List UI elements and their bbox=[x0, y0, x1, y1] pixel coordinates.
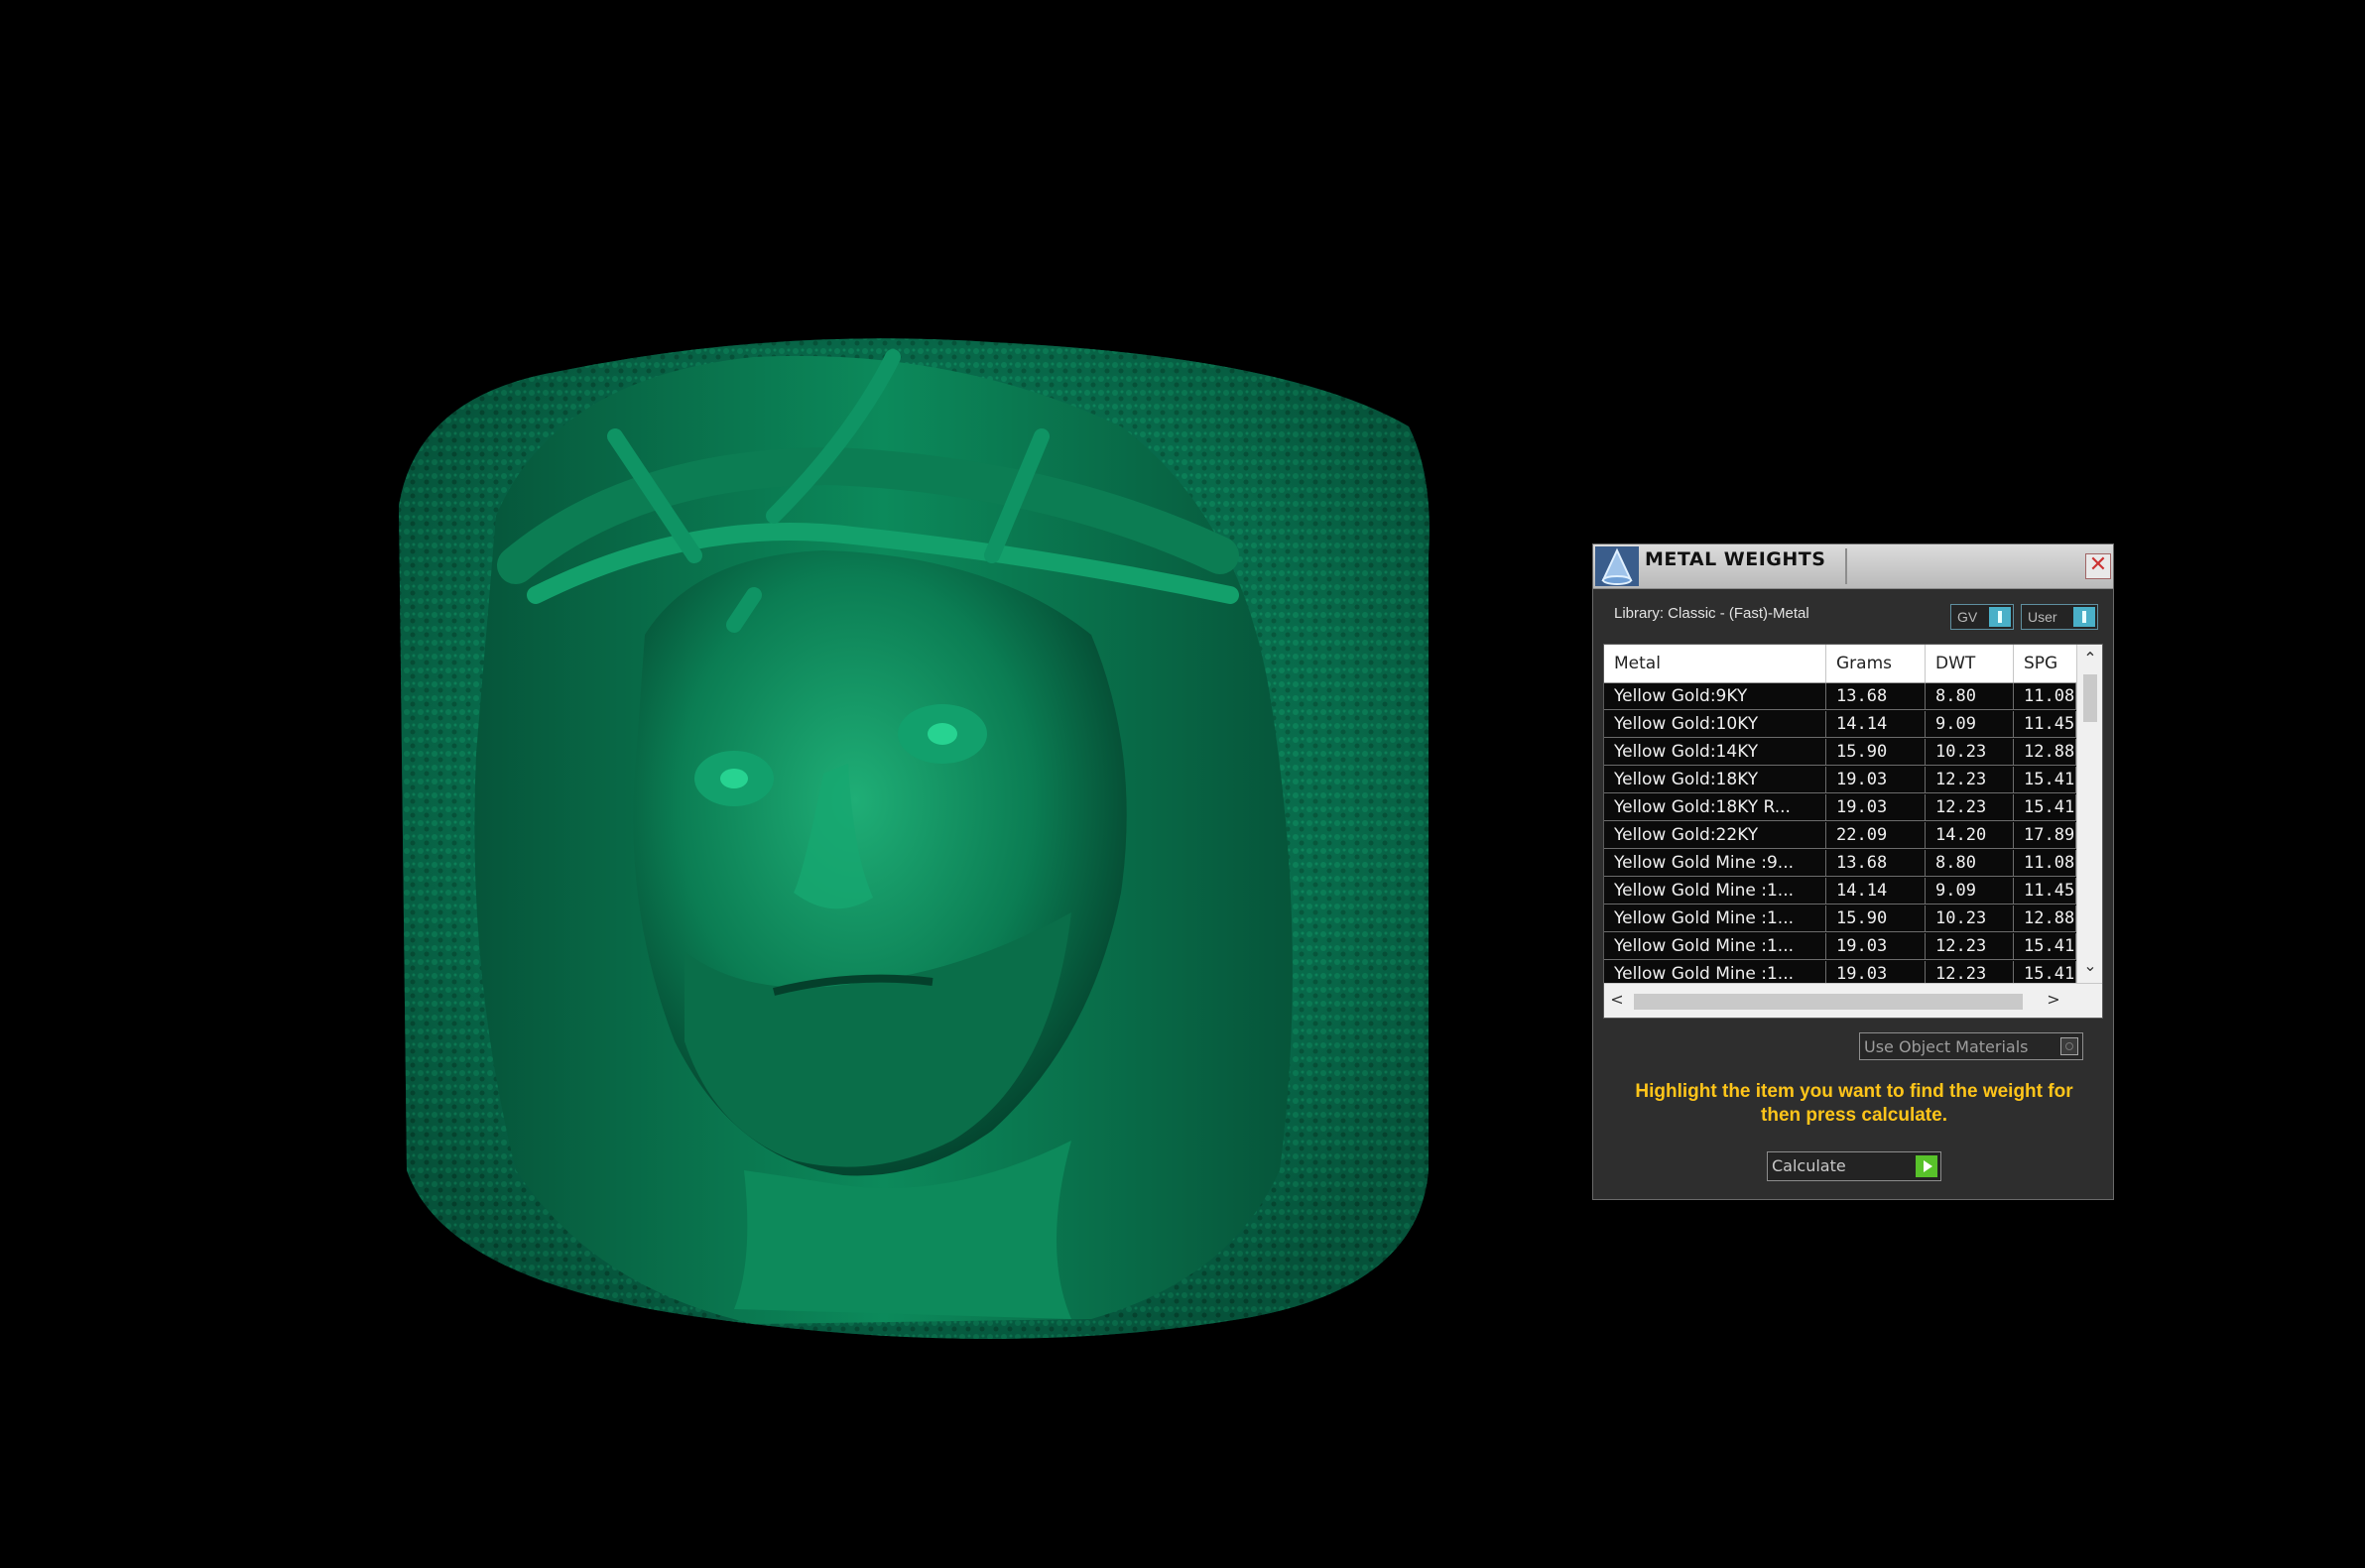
table-row[interactable]: Yellow Gold:18KY 19.03 12.23 15.41 bbox=[1604, 767, 2076, 794]
cell-dwt: 10.23 bbox=[1926, 905, 2014, 932]
cell-dwt: 9.09 bbox=[1926, 878, 2014, 905]
cell-metal: Yellow Gold:18KY bbox=[1604, 767, 1826, 793]
table-row[interactable]: Yellow Gold Mine :1... 15.90 10.23 12.88 bbox=[1604, 905, 2076, 933]
dialog-title: METAL WEIGHTS bbox=[1645, 548, 1826, 570]
cone-app-icon bbox=[1595, 546, 1639, 586]
cell-dwt: 8.80 bbox=[1926, 683, 2014, 710]
cell-dwt: 12.23 bbox=[1926, 961, 2014, 983]
scroll-down-icon[interactable]: ⌄ bbox=[2077, 956, 2102, 975]
cell-metal: Yellow Gold Mine :1... bbox=[1604, 961, 1826, 983]
cell-dwt: 14.20 bbox=[1926, 822, 2014, 849]
cell-metal: Yellow Gold:14KY bbox=[1604, 739, 1826, 766]
cell-metal: Yellow Gold:9KY bbox=[1604, 683, 1826, 710]
table-header: Metal Grams DWT SPG bbox=[1604, 645, 2076, 683]
cell-dwt: 12.23 bbox=[1926, 794, 2014, 821]
cell-metal: Yellow Gold Mine :1... bbox=[1604, 933, 1826, 960]
cell-spg: 15.41 bbox=[2014, 767, 2076, 793]
cell-spg: 11.08 bbox=[2014, 683, 2076, 710]
cell-dwt: 10.23 bbox=[1926, 739, 2014, 766]
calculate-label: Calculate bbox=[1772, 1156, 1846, 1175]
metal-table: Metal Grams DWT SPG Yellow Gold:9KY 13.68… bbox=[1603, 644, 2103, 1019]
column-header-spg[interactable]: SPG bbox=[2014, 645, 2076, 682]
gv-toggle-label: GV bbox=[1957, 609, 1978, 625]
calculate-button[interactable]: Calculate bbox=[1767, 1151, 1941, 1181]
table-row[interactable]: Yellow Gold:18KY R... 19.03 12.23 15.41 bbox=[1604, 794, 2076, 822]
cell-spg: 11.45 bbox=[2014, 878, 2076, 905]
cell-metal: Yellow Gold Mine :9... bbox=[1604, 850, 1826, 877]
table-row[interactable]: Yellow Gold:9KY 13.68 8.80 11.08 bbox=[1604, 683, 2076, 711]
column-header-dwt[interactable]: DWT bbox=[1926, 645, 2014, 682]
cell-spg: 11.08 bbox=[2014, 850, 2076, 877]
close-icon[interactable]: ✕ bbox=[2085, 553, 2111, 579]
cell-spg: 15.41 bbox=[2014, 961, 2076, 983]
gv-toggle[interactable]: GV bbox=[1950, 604, 2014, 630]
cell-spg: 15.41 bbox=[2014, 794, 2076, 821]
table-body: Yellow Gold:9KY 13.68 8.80 11.08 Yellow Gold… bbox=[1604, 683, 2076, 983]
cell-metal: Yellow Gold Mine :1... bbox=[1604, 905, 1826, 932]
user-toggle[interactable]: User bbox=[2021, 604, 2098, 630]
vertical-scrollbar[interactable]: ⌃ ⌄ bbox=[2076, 645, 2102, 983]
cell-grams: 15.90 bbox=[1826, 739, 1926, 766]
cell-grams: 14.14 bbox=[1826, 878, 1926, 905]
instruction-text: Highlight the item you want to find the … bbox=[1635, 1081, 2073, 1126]
gv-toggle-knob bbox=[1989, 607, 2011, 627]
cell-dwt: 9.09 bbox=[1926, 711, 2014, 738]
cell-spg: 17.89 bbox=[2014, 822, 2076, 849]
horizontal-scrollbar[interactable]: < > bbox=[1604, 983, 2102, 1018]
use-object-materials-label: Use Object Materials bbox=[1864, 1037, 2029, 1056]
table-row[interactable]: Yellow Gold Mine :9... 13.68 8.80 11.08 bbox=[1604, 850, 2076, 878]
cell-dwt: 8.80 bbox=[1926, 850, 2014, 877]
cell-metal: Yellow Gold:10KY bbox=[1604, 711, 1826, 738]
column-header-metal[interactable]: Metal bbox=[1604, 645, 1826, 682]
column-header-grams[interactable]: Grams bbox=[1826, 645, 1926, 682]
scroll-right-icon[interactable]: > bbox=[2041, 990, 2066, 1009]
cell-spg: 11.45 bbox=[2014, 711, 2076, 738]
cell-grams: 19.03 bbox=[1826, 767, 1926, 793]
vertical-scroll-thumb[interactable] bbox=[2083, 674, 2097, 722]
cell-spg: 12.88 bbox=[2014, 905, 2076, 932]
user-toggle-label: User bbox=[2028, 609, 2057, 625]
table-row[interactable]: Yellow Gold Mine :1... 19.03 12.23 15.41 bbox=[1604, 961, 2076, 983]
cell-metal: Yellow Gold:22KY bbox=[1604, 822, 1826, 849]
cell-spg: 12.88 bbox=[2014, 739, 2076, 766]
library-label: Library: Classic - (Fast)-Metal bbox=[1614, 605, 1809, 622]
cell-grams: 22.09 bbox=[1826, 822, 1926, 849]
user-toggle-knob bbox=[2073, 607, 2095, 627]
radio-icon[interactable] bbox=[2060, 1037, 2078, 1055]
cell-spg: 15.41 bbox=[2014, 933, 2076, 960]
cell-metal: Yellow Gold Mine :1... bbox=[1604, 878, 1826, 905]
cell-grams: 19.03 bbox=[1826, 961, 1926, 983]
cell-grams: 13.68 bbox=[1826, 683, 1926, 710]
cell-grams: 14.14 bbox=[1826, 711, 1926, 738]
cell-grams: 15.90 bbox=[1826, 905, 1926, 932]
table-row[interactable]: Yellow Gold:22KY 22.09 14.20 17.89 bbox=[1604, 822, 2076, 850]
metal-weights-dialog: METAL WEIGHTS ✕ Library: Classic - (Fast… bbox=[1592, 543, 2114, 1200]
cell-grams: 13.68 bbox=[1826, 850, 1926, 877]
play-icon bbox=[1916, 1155, 1937, 1177]
cell-dwt: 12.23 bbox=[1926, 767, 2014, 793]
table-row[interactable]: Yellow Gold:10KY 14.14 9.09 11.45 bbox=[1604, 711, 2076, 739]
cell-grams: 19.03 bbox=[1826, 933, 1926, 960]
use-object-materials-option[interactable]: Use Object Materials bbox=[1859, 1032, 2083, 1060]
horizontal-scroll-thumb[interactable] bbox=[1634, 994, 2023, 1010]
cell-metal: Yellow Gold:18KY R... bbox=[1604, 794, 1826, 821]
cell-dwt: 12.23 bbox=[1926, 933, 2014, 960]
cell-grams: 19.03 bbox=[1826, 794, 1926, 821]
scroll-up-icon[interactable]: ⌃ bbox=[2077, 649, 2102, 667]
table-row[interactable]: Yellow Gold:14KY 15.90 10.23 12.88 bbox=[1604, 739, 2076, 767]
table-row[interactable]: Yellow Gold Mine :1... 19.03 12.23 15.41 bbox=[1604, 933, 2076, 961]
scroll-left-icon[interactable]: < bbox=[1604, 990, 1630, 1009]
title-separator bbox=[1845, 548, 1847, 584]
table-row[interactable]: Yellow Gold Mine :1... 14.14 9.09 11.45 bbox=[1604, 878, 2076, 905]
dialog-titlebar[interactable]: METAL WEIGHTS ✕ bbox=[1593, 544, 2113, 589]
